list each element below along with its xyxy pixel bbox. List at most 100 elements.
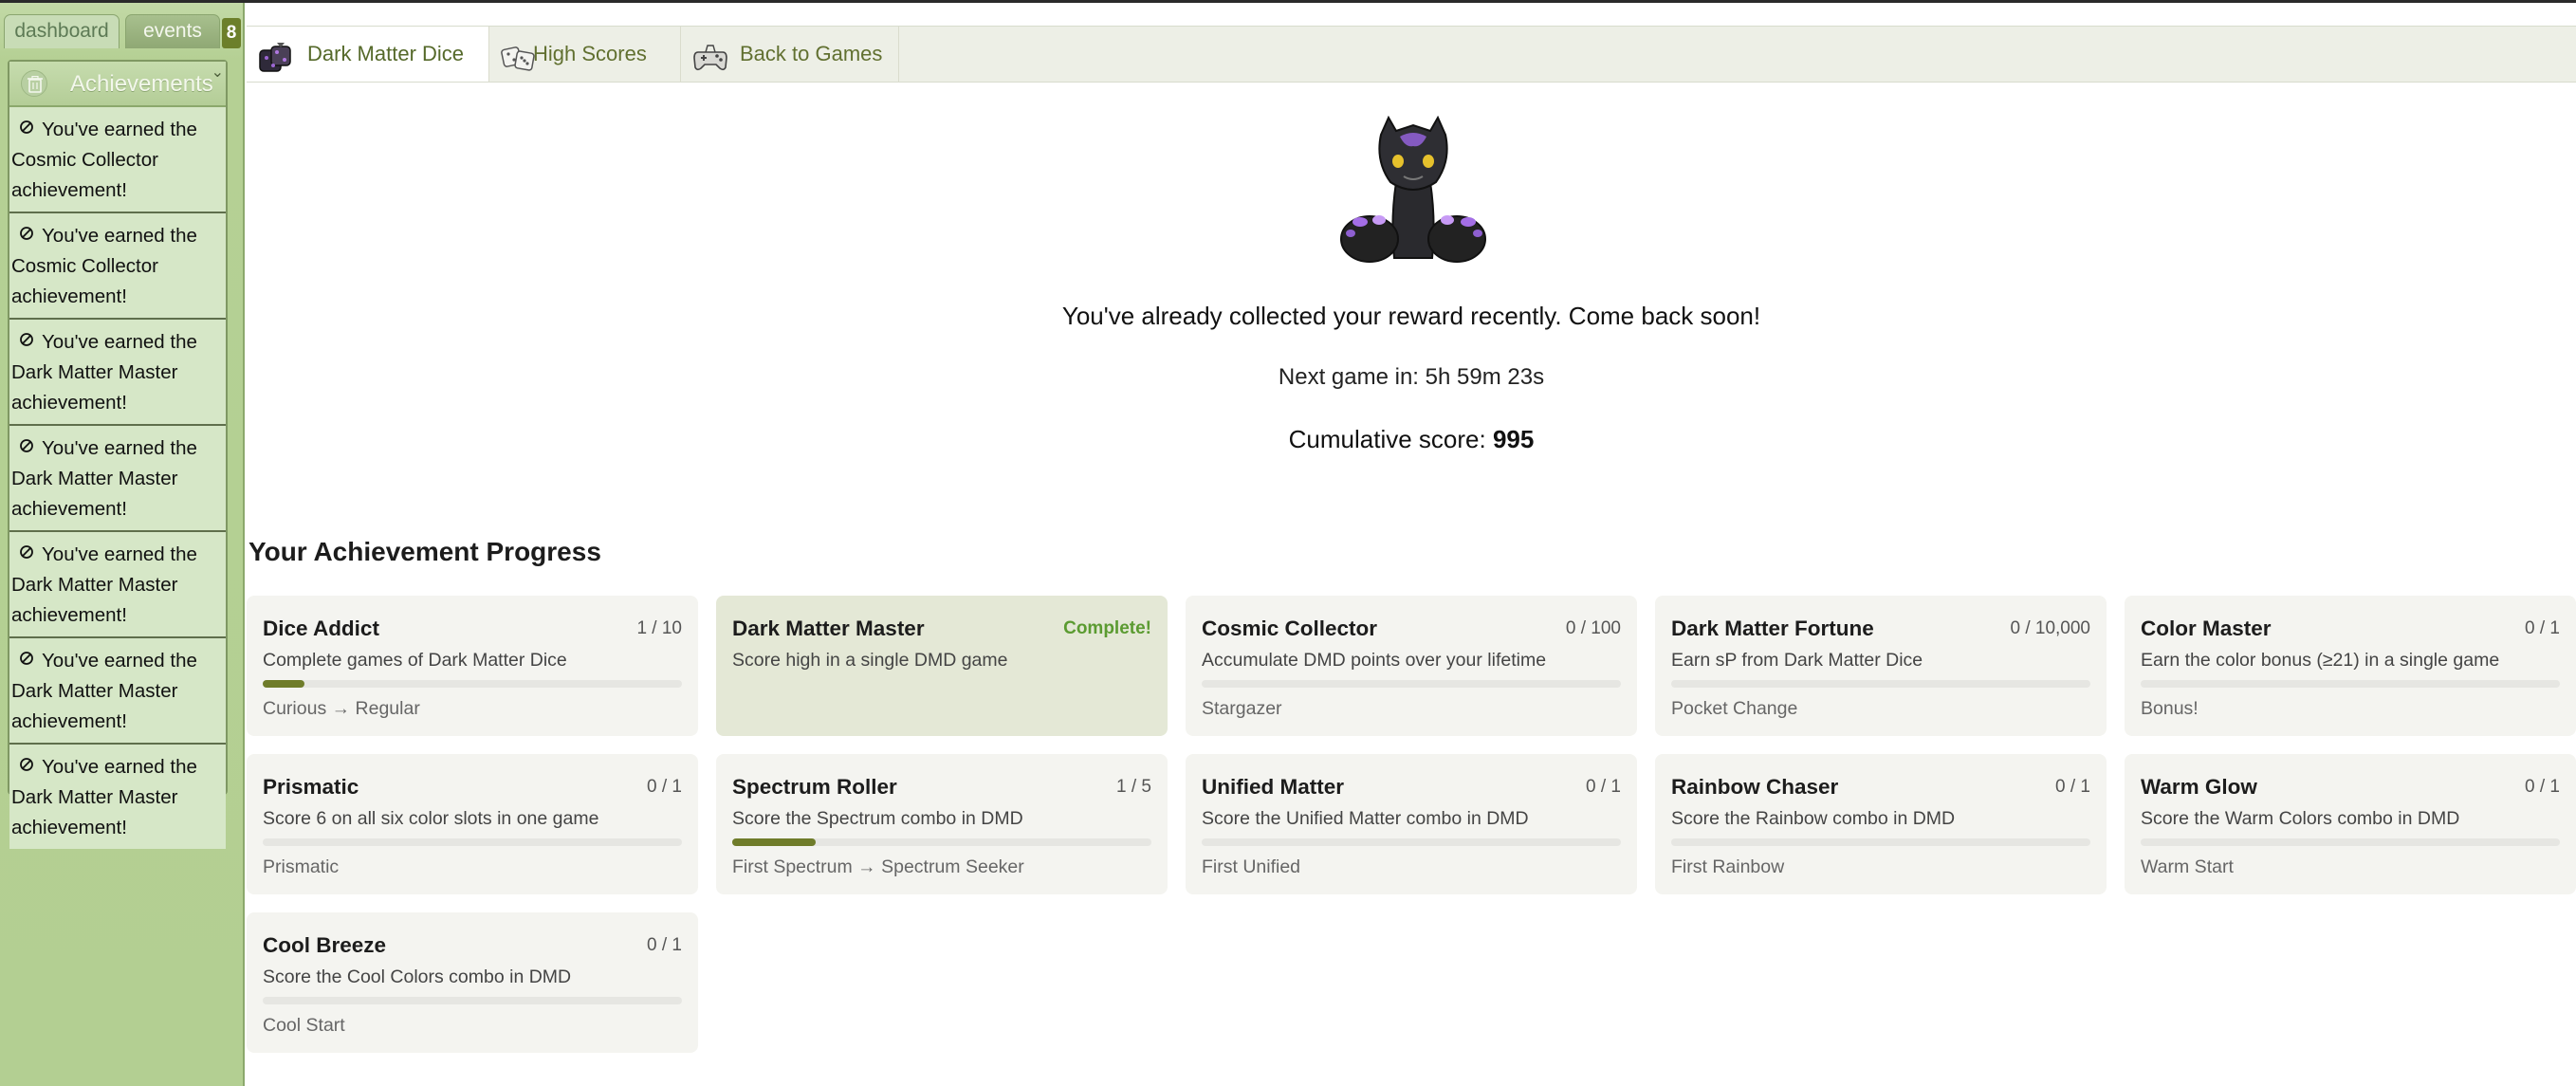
chevron-down-icon[interactable]: ⌄ (212, 63, 224, 82)
achievement-count: 0 / 1 (2525, 618, 2560, 638)
achievement-description: Earn sP from Dark Matter Dice (1671, 650, 1923, 671)
achievement-count: 0 / 1 (1586, 777, 1621, 797)
achievement-description: Score 6 on all six color slots in one ga… (263, 808, 599, 829)
achievement-progress-bar (732, 838, 1151, 846)
achievement-card: Cool Breeze 0 / 1 Score the Cool Colors co… (247, 912, 698, 1053)
notification-item: You've earned the Cosmic Collector achie… (9, 107, 226, 213)
notification-item: You've earned the Dark Matter Master ach… (9, 638, 226, 745)
achievement-description: Accumulate DMD points over your lifetime (1202, 650, 1547, 671)
tab-dark-matter-dice-label: Dark Matter Dice (307, 42, 465, 65)
achievement-description: Score the Rainbow combo in DMD (1671, 808, 1956, 829)
sidebar: dashboard events 8 Achievements ⌄ You've… (0, 3, 245, 1086)
achievement-name: Cool Breeze (263, 933, 387, 957)
achievement-progress-bar (263, 680, 682, 688)
achievement-progress-bar (1671, 838, 2090, 846)
notification-text: You've earned the Dark Matter Master ach… (11, 437, 197, 520)
achievement-card: Dark Matter Master Complete! Score high in… (716, 596, 1168, 736)
achievement-progress-bar (1202, 838, 1621, 846)
reward-message: You've already collected your reward rec… (1061, 302, 1761, 330)
tab-high-scores[interactable]: High Scores (489, 27, 681, 82)
notification-list: You've earned the Cosmic Collector achie… (9, 107, 226, 849)
cumulative-score: Cumulative score: 995 (247, 425, 2576, 454)
achievement-name: Cosmic Collector (1202, 617, 1378, 640)
achievement-card: Prismatic 0 / 1 Score 6 on all six color s… (247, 754, 698, 894)
achievement-count: 0 / 1 (2525, 777, 2560, 797)
achievements-panel: Achievements ⌄ You've earned the Cosmic … (8, 60, 228, 849)
dismiss-icon[interactable] (19, 751, 34, 771)
achievement-card: Dark Matter Fortune 0 / 10,000 Earn sP fro… (1655, 596, 2107, 736)
achievement-card: Warm Glow 0 / 1 Score the Warm Colors comb… (2125, 754, 2576, 894)
notification-text: You've earned the Dark Matter Master ach… (11, 756, 197, 838)
achievement-tier: Cool Start (263, 1015, 345, 1036)
achievement-description: Score the Cool Colors combo in DMD (263, 966, 572, 987)
next-game-time: 5h 59m 23s (1425, 364, 1545, 390)
achievement-tier: Bonus! (2141, 698, 2199, 719)
cumulative-score-value: 995 (1492, 425, 1535, 453)
notification-text: You've earned the Dark Matter Master ach… (11, 650, 197, 732)
notification-item: You've earned the Dark Matter Master ach… (9, 320, 226, 426)
window-top-border (0, 0, 2576, 3)
achievement-name: Dark Matter Master (732, 617, 925, 640)
achievement-count: 1 / 10 (636, 618, 682, 638)
achievement-count: 0 / 1 (2055, 777, 2090, 797)
achievement-name: Spectrum Roller (732, 775, 897, 799)
achievement-progress-fill (732, 838, 817, 846)
achievement-name: Prismatic (263, 775, 359, 799)
dice-creature-icon (258, 39, 294, 94)
notification-text: You've earned the Cosmic Collector achie… (11, 225, 197, 307)
achievement-card: Dice Addict 1 / 10 Complete games of Dark … (247, 596, 698, 736)
notification-item: You've earned the Dark Matter Master ach… (9, 745, 226, 849)
achievement-name: Color Master (2141, 617, 2272, 640)
achievement-progress-fill (263, 680, 305, 688)
achievement-tier: Curious → Regular (263, 698, 420, 719)
dismiss-icon[interactable] (19, 433, 34, 452)
achievement-progress-title: Your Achievement Progress (248, 537, 601, 566)
notification-item: You've earned the Cosmic Collector achie… (9, 213, 226, 320)
notification-item: You've earned the Dark Matter Master ach… (9, 426, 226, 532)
achievement-description: Earn the color bonus (≥21) in a single g… (2141, 650, 2500, 671)
achievement-progress-bar (1671, 680, 2090, 688)
tab-events[interactable]: events (125, 14, 220, 48)
achievements-panel-header: Achievements ⌄ (9, 62, 226, 107)
achievement-name: Dark Matter Fortune (1671, 617, 1874, 640)
achievement-progress-bar (2141, 838, 2560, 846)
achievement-count: 1 / 5 (1116, 777, 1151, 797)
achievement-name: Unified Matter (1202, 775, 1345, 799)
achievement-count: 0 / 1 (647, 935, 682, 955)
achievement-name: Rainbow Chaser (1671, 775, 1839, 799)
tab-back-to-games-label: Back to Games (740, 42, 883, 65)
achievement-name: Warm Glow (2141, 775, 2257, 799)
dice-pair-icon (501, 39, 537, 94)
game-nav: Dark Matter Dice High Scores Back to Gam… (247, 26, 2576, 83)
achievement-tier: Prismatic (263, 856, 340, 877)
achievement-card: Spectrum Roller 1 / 5 Score the Spectrum c… (716, 754, 1168, 894)
achievement-description: Score the Warm Colors combo in DMD (2141, 808, 2460, 829)
achievement-progress-bar (1202, 680, 1621, 688)
tab-dark-matter-dice[interactable]: Dark Matter Dice (247, 27, 489, 82)
dismiss-icon[interactable] (19, 645, 34, 665)
cumulative-score-label: Cumulative score: (1288, 425, 1486, 453)
achievement-description: Complete games of Dark Matter Dice (263, 650, 567, 671)
achievement-count: 0 / 10,000 (2010, 618, 2090, 638)
notification-text: You've earned the Cosmic Collector achie… (11, 119, 197, 201)
achievement-card: Color Master 0 / 1 Earn the color bonus (≥… (2125, 596, 2576, 736)
dismiss-icon[interactable] (19, 114, 34, 134)
tab-dashboard[interactable]: dashboard (4, 14, 120, 48)
achievement-card: Unified Matter 0 / 1 Score the Unified Mat… (1186, 754, 1637, 894)
tab-back-to-games[interactable]: Back to Games (681, 27, 899, 82)
dismiss-icon[interactable] (19, 539, 34, 559)
events-count-badge: 8 (222, 18, 241, 48)
trash-icon[interactable] (21, 70, 47, 97)
dismiss-icon[interactable] (19, 326, 34, 346)
tab-high-scores-label: High Scores (533, 42, 647, 65)
achievement-tier: First Spectrum → Spectrum Seeker (732, 856, 1024, 877)
achievement-card: Cosmic Collector 0 / 100 Accumulate DMD po… (1186, 596, 1637, 736)
achievement-count: 0 / 100 (1565, 618, 1621, 638)
notification-text: You've earned the Dark Matter Master ach… (11, 331, 197, 414)
achievement-card: Rainbow Chaser 0 / 1 Score the Rainbow com… (1655, 754, 2107, 894)
dismiss-icon[interactable] (19, 220, 34, 240)
achievement-progress-bar (2141, 680, 2560, 688)
achievement-tier: Pocket Change (1671, 698, 1798, 719)
notification-item: You've earned the Dark Matter Master ach… (9, 532, 226, 638)
achievement-count: Complete! (1063, 618, 1151, 638)
